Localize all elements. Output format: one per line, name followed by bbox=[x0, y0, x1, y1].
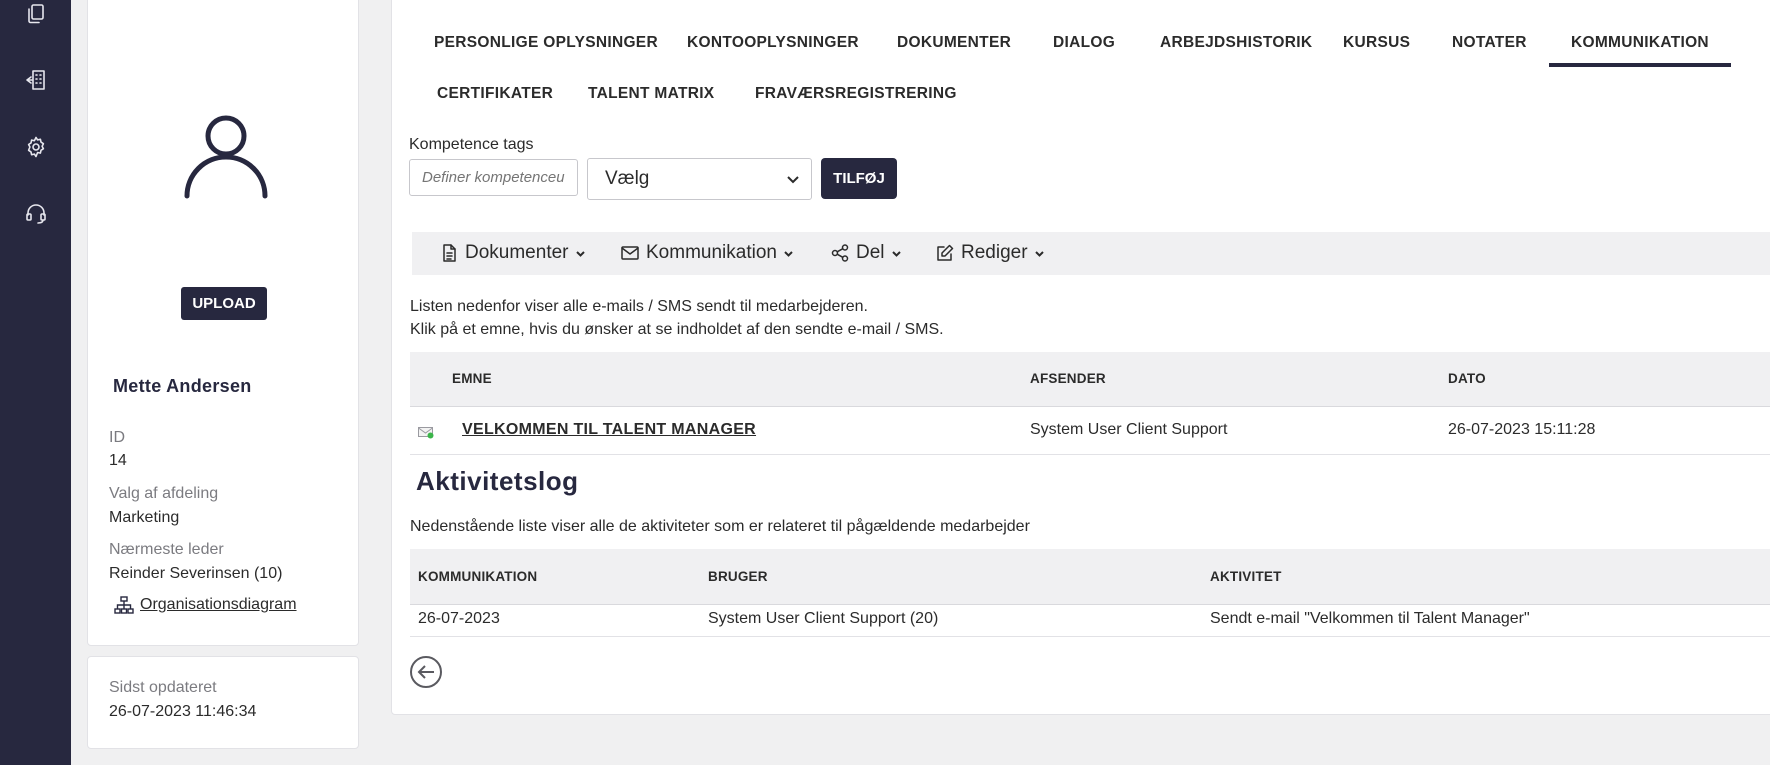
action-toolbar: Dokumenter Kommunikation Del Rediger bbox=[412, 232, 1770, 275]
activity-description: Sendt e-mail "Velkommen til Talent Manag… bbox=[1210, 610, 1530, 627]
competence-select[interactable]: Vælg bbox=[587, 158, 812, 200]
communication-menu[interactable]: Kommunikation bbox=[620, 242, 794, 264]
copy-icon[interactable] bbox=[22, 0, 50, 28]
add-tag-button[interactable]: TILFØJ bbox=[821, 158, 897, 199]
messages-intro-line2: Klik på et emne, hvis du ønsker at se in… bbox=[410, 321, 944, 338]
competence-tag-input[interactable] bbox=[409, 159, 578, 196]
tab-kommunikation[interactable]: KOMMUNIKATION bbox=[1549, 34, 1731, 67]
tab-certifikater[interactable]: CERTIFIKATER bbox=[437, 85, 553, 103]
tab-dialog[interactable]: DIALOG bbox=[1053, 34, 1115, 52]
employee-name: Mette Andersen bbox=[113, 376, 252, 396]
upload-button[interactable]: UPLOAD bbox=[181, 287, 267, 320]
message-date: 26-07-2023 15:11:28 bbox=[1448, 421, 1596, 438]
message-subject-link[interactable]: VELKOMMEN TIL TALENT MANAGER bbox=[462, 421, 756, 439]
chevron-down-icon bbox=[787, 176, 799, 184]
department-label: Valg af afdeling bbox=[109, 485, 219, 502]
column-header-kommunikation: KOMMUNIKATION bbox=[418, 569, 538, 584]
id-label: ID bbox=[109, 429, 125, 446]
chevron-down-icon bbox=[575, 250, 585, 257]
department-value: Marketing bbox=[109, 509, 180, 526]
building-icon[interactable] bbox=[22, 66, 50, 94]
chevron-down-icon bbox=[891, 250, 901, 257]
column-header-bruger: BRUGER bbox=[708, 569, 768, 584]
last-updated-label: Sidst opdateret bbox=[109, 679, 217, 696]
email-sent-icon bbox=[418, 427, 434, 439]
messages-table-header: EMNE AFSENDER DATO bbox=[410, 352, 1770, 407]
tab-talent-matrix[interactable]: TALENT MATRIX bbox=[588, 85, 714, 103]
share-menu[interactable]: Del bbox=[830, 242, 902, 264]
activity-communication: 26-07-2023 bbox=[418, 610, 500, 627]
tab-personlige-oplysninger[interactable]: PERSONLIGE OPLYSNINGER bbox=[434, 34, 658, 52]
org-chart-icon bbox=[114, 596, 134, 614]
org-chart-label: Organisationsdiagram bbox=[140, 596, 297, 613]
tab-dokumenter[interactable]: DOKUMENTER bbox=[897, 34, 1011, 52]
share-menu-label: Del bbox=[856, 242, 885, 263]
manager-label: Nærmeste leder bbox=[109, 541, 224, 558]
tab-fravaersregistrering[interactable]: FRAVÆRSREGISTRERING bbox=[755, 85, 957, 103]
chevron-down-icon bbox=[784, 250, 793, 257]
share-icon bbox=[831, 244, 849, 262]
last-updated-card: Sidst opdateret 26-07-2023 11:46:34 bbox=[87, 656, 359, 749]
envelope-icon bbox=[621, 246, 639, 260]
manager-value: Reinder Severinsen (10) bbox=[109, 565, 283, 582]
column-header-afsender: AFSENDER bbox=[1030, 371, 1106, 386]
tab-arbejdshistorik[interactable]: ARBEJDSHISTORIK bbox=[1160, 34, 1312, 52]
competence-tags-label: Kompetence tags bbox=[409, 136, 534, 153]
edit-menu-label: Rediger bbox=[961, 242, 1028, 263]
table-row: 26-07-2023 System User Client Support (2… bbox=[410, 605, 1770, 637]
activity-table-header: KOMMUNIKATION BRUGER AKTIVITET bbox=[410, 549, 1770, 605]
competence-select-value: Vælg bbox=[605, 168, 650, 189]
profile-card: UPLOAD Mette Andersen ID 14 Valg af afde… bbox=[87, 0, 359, 646]
org-chart-link[interactable]: Organisationsdiagram bbox=[114, 596, 297, 614]
table-row: VELKOMMEN TIL TALENT MANAGER System User… bbox=[410, 407, 1770, 455]
document-icon bbox=[443, 244, 456, 262]
gear-icon[interactable] bbox=[22, 133, 50, 161]
edit-icon bbox=[937, 244, 954, 261]
arrow-left-circle-icon bbox=[410, 656, 442, 688]
column-header-aktivitet: AKTIVITET bbox=[1210, 569, 1282, 584]
tab-kontooplysninger[interactable]: KONTOOPLYSNINGER bbox=[687, 34, 859, 52]
activity-log-intro: Nedenstående liste viser alle de aktivit… bbox=[410, 518, 1030, 535]
activity-log-title: Aktivitetslog bbox=[416, 466, 579, 496]
column-header-dato: DATO bbox=[1448, 371, 1486, 386]
tab-kursus[interactable]: KURSUS bbox=[1343, 34, 1410, 52]
nav-rail bbox=[0, 0, 71, 765]
tab-notater[interactable]: NOTATER bbox=[1452, 34, 1527, 52]
communication-menu-label: Kommunikation bbox=[646, 242, 777, 263]
messages-intro-line1: Listen nedenfor viser alle e-mails / SMS… bbox=[410, 298, 868, 315]
column-header-emne: EMNE bbox=[452, 371, 492, 386]
edit-menu[interactable]: Rediger bbox=[935, 242, 1045, 264]
headset-icon[interactable] bbox=[22, 199, 50, 227]
message-sender: System User Client Support bbox=[1030, 421, 1228, 438]
documents-menu[interactable]: Dokumenter bbox=[439, 242, 586, 264]
back-button[interactable] bbox=[409, 655, 443, 689]
documents-menu-label: Dokumenter bbox=[465, 242, 569, 263]
activity-user: System User Client Support (20) bbox=[708, 610, 939, 627]
chevron-down-icon bbox=[1034, 250, 1044, 257]
avatar bbox=[181, 109, 271, 201]
last-updated-value: 26-07-2023 11:46:34 bbox=[109, 703, 257, 720]
id-value: 14 bbox=[109, 452, 127, 469]
